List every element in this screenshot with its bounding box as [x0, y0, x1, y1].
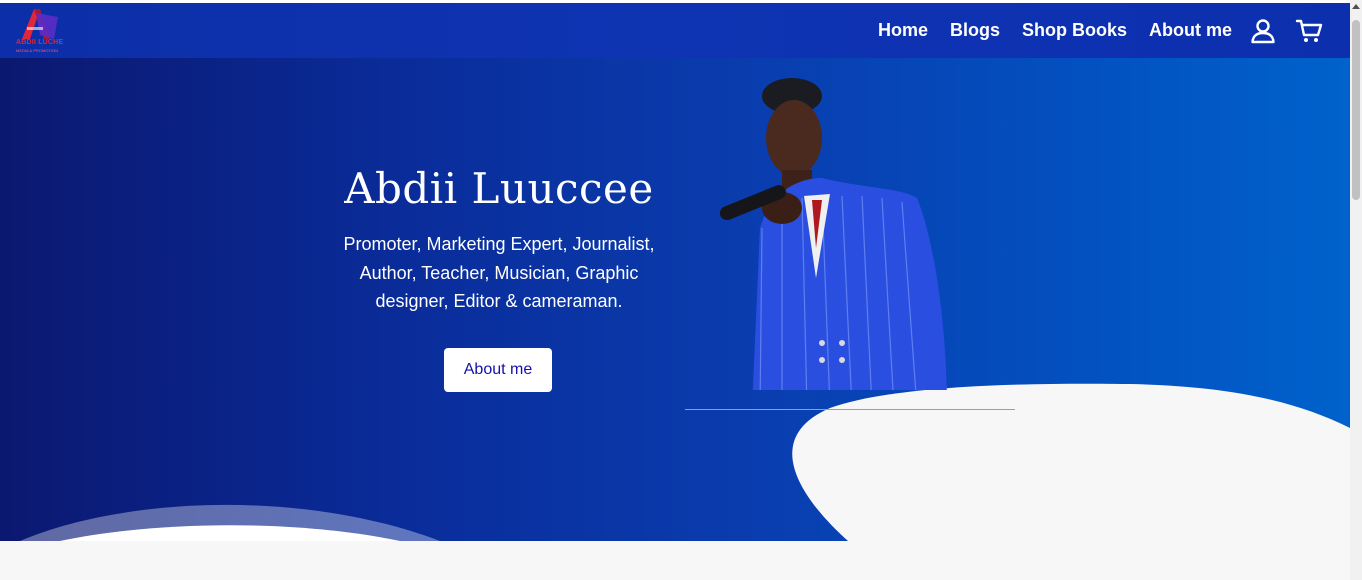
page-viewport: ABDII LUCHE MEDIA & PROMOTION Home Blogs… — [0, 0, 1350, 580]
page-scrollbar[interactable] — [1350, 0, 1362, 580]
navbar: ABDII LUCHE MEDIA & PROMOTION Home Blogs… — [0, 3, 1350, 58]
cart-icon[interactable] — [1295, 17, 1323, 45]
about-me-button[interactable]: About me — [444, 348, 552, 392]
hero-title: Abdii Luuccee — [344, 164, 654, 214]
divider-line — [685, 409, 1015, 410]
content-below-hero — [0, 541, 1350, 580]
nav-link-blogs[interactable]: Blogs — [950, 20, 1000, 41]
logo-subtext: MEDIA & PROMOTION — [16, 48, 59, 53]
portrait-image — [719, 78, 947, 390]
nav-links: Home Blogs Shop Books About me — [878, 3, 1232, 58]
nav-link-about-me[interactable]: About me — [1149, 20, 1232, 41]
logo-text: ABDII LUCHE — [16, 39, 64, 46]
hero-section: Abdii Luuccee Promoter, Marketing Expert… — [0, 58, 1350, 541]
hero-subtitle: Promoter, Marketing Expert, Journalist, … — [343, 234, 655, 312]
scrollbar-thumb[interactable] — [1352, 20, 1360, 200]
user-icon[interactable] — [1249, 17, 1277, 45]
nav-link-shop-books[interactable]: Shop Books — [1022, 20, 1127, 41]
hero-wave-decoration — [20, 383, 1350, 541]
nav-link-home[interactable]: Home — [878, 20, 928, 41]
scroll-up-arrow-icon[interactable] — [1352, 4, 1360, 9]
